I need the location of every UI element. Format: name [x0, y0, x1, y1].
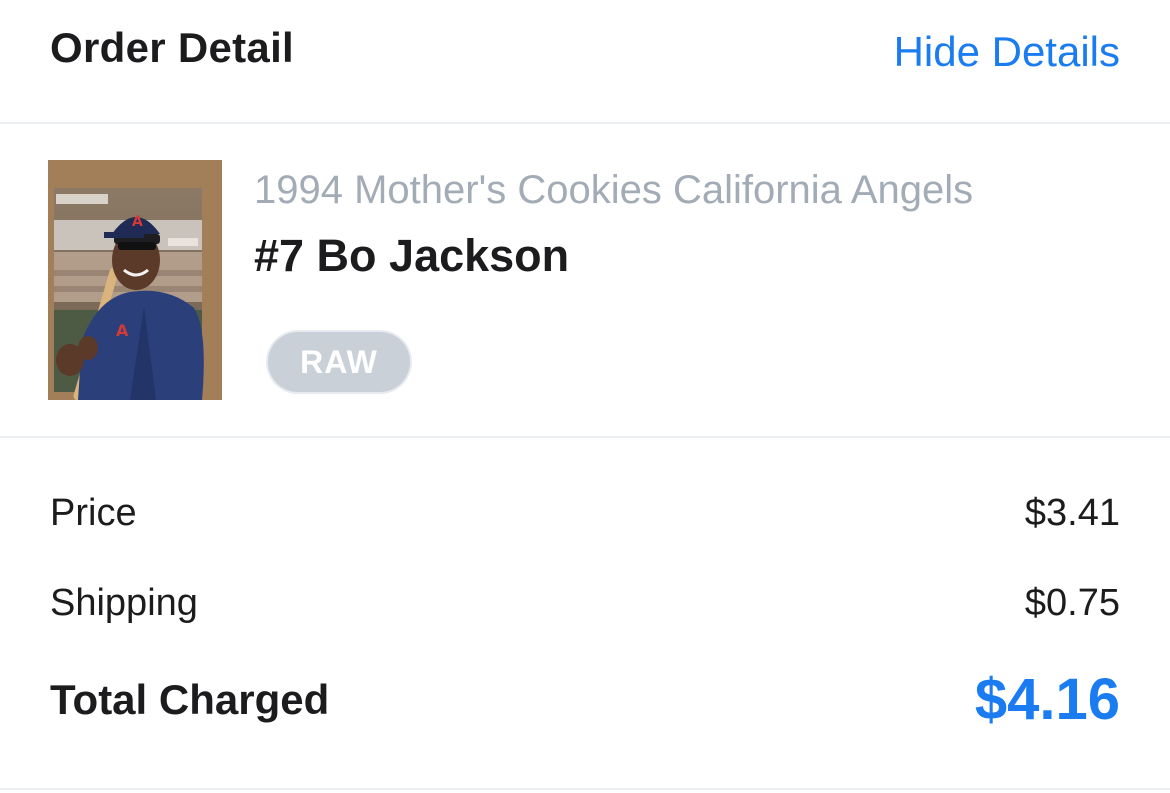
shipping-value: $0.75	[1024, 582, 1120, 624]
svg-text:A: A	[132, 214, 143, 230]
order-detail-header: Order Detail Hide Details	[0, 0, 1170, 122]
total-row: Total Charged $4.16	[50, 666, 1120, 733]
card-thumbnail-image[interactable]: A A	[48, 160, 222, 400]
price-value: $3.41	[1024, 492, 1120, 534]
shipping-label: Shipping	[50, 582, 198, 624]
total-charged-label: Total Charged	[50, 675, 330, 723]
order-summary: Price $3.41 Shipping $0.75 Total Charged…	[0, 438, 1170, 790]
price-row: Price $3.41	[50, 492, 1120, 535]
order-item: A A 1994 Mother's Cookies California Ang…	[0, 124, 1170, 436]
svg-text:A: A	[116, 321, 129, 340]
total-charged-value: $4.16	[974, 667, 1120, 732]
condition-badge: RAW	[268, 332, 410, 392]
baseball-card-photo-icon: A A	[48, 160, 222, 400]
page-title: Order Detail	[50, 24, 295, 71]
card-set-name: 1994 Mother's Cookies California Angels	[254, 168, 974, 212]
bottom-divider	[0, 788, 1170, 790]
shipping-row: Shipping $0.75	[50, 582, 1120, 625]
card-title: #7 Bo Jackson	[254, 230, 570, 281]
price-label: Price	[50, 492, 137, 534]
hide-details-button[interactable]: Hide Details	[894, 28, 1120, 76]
